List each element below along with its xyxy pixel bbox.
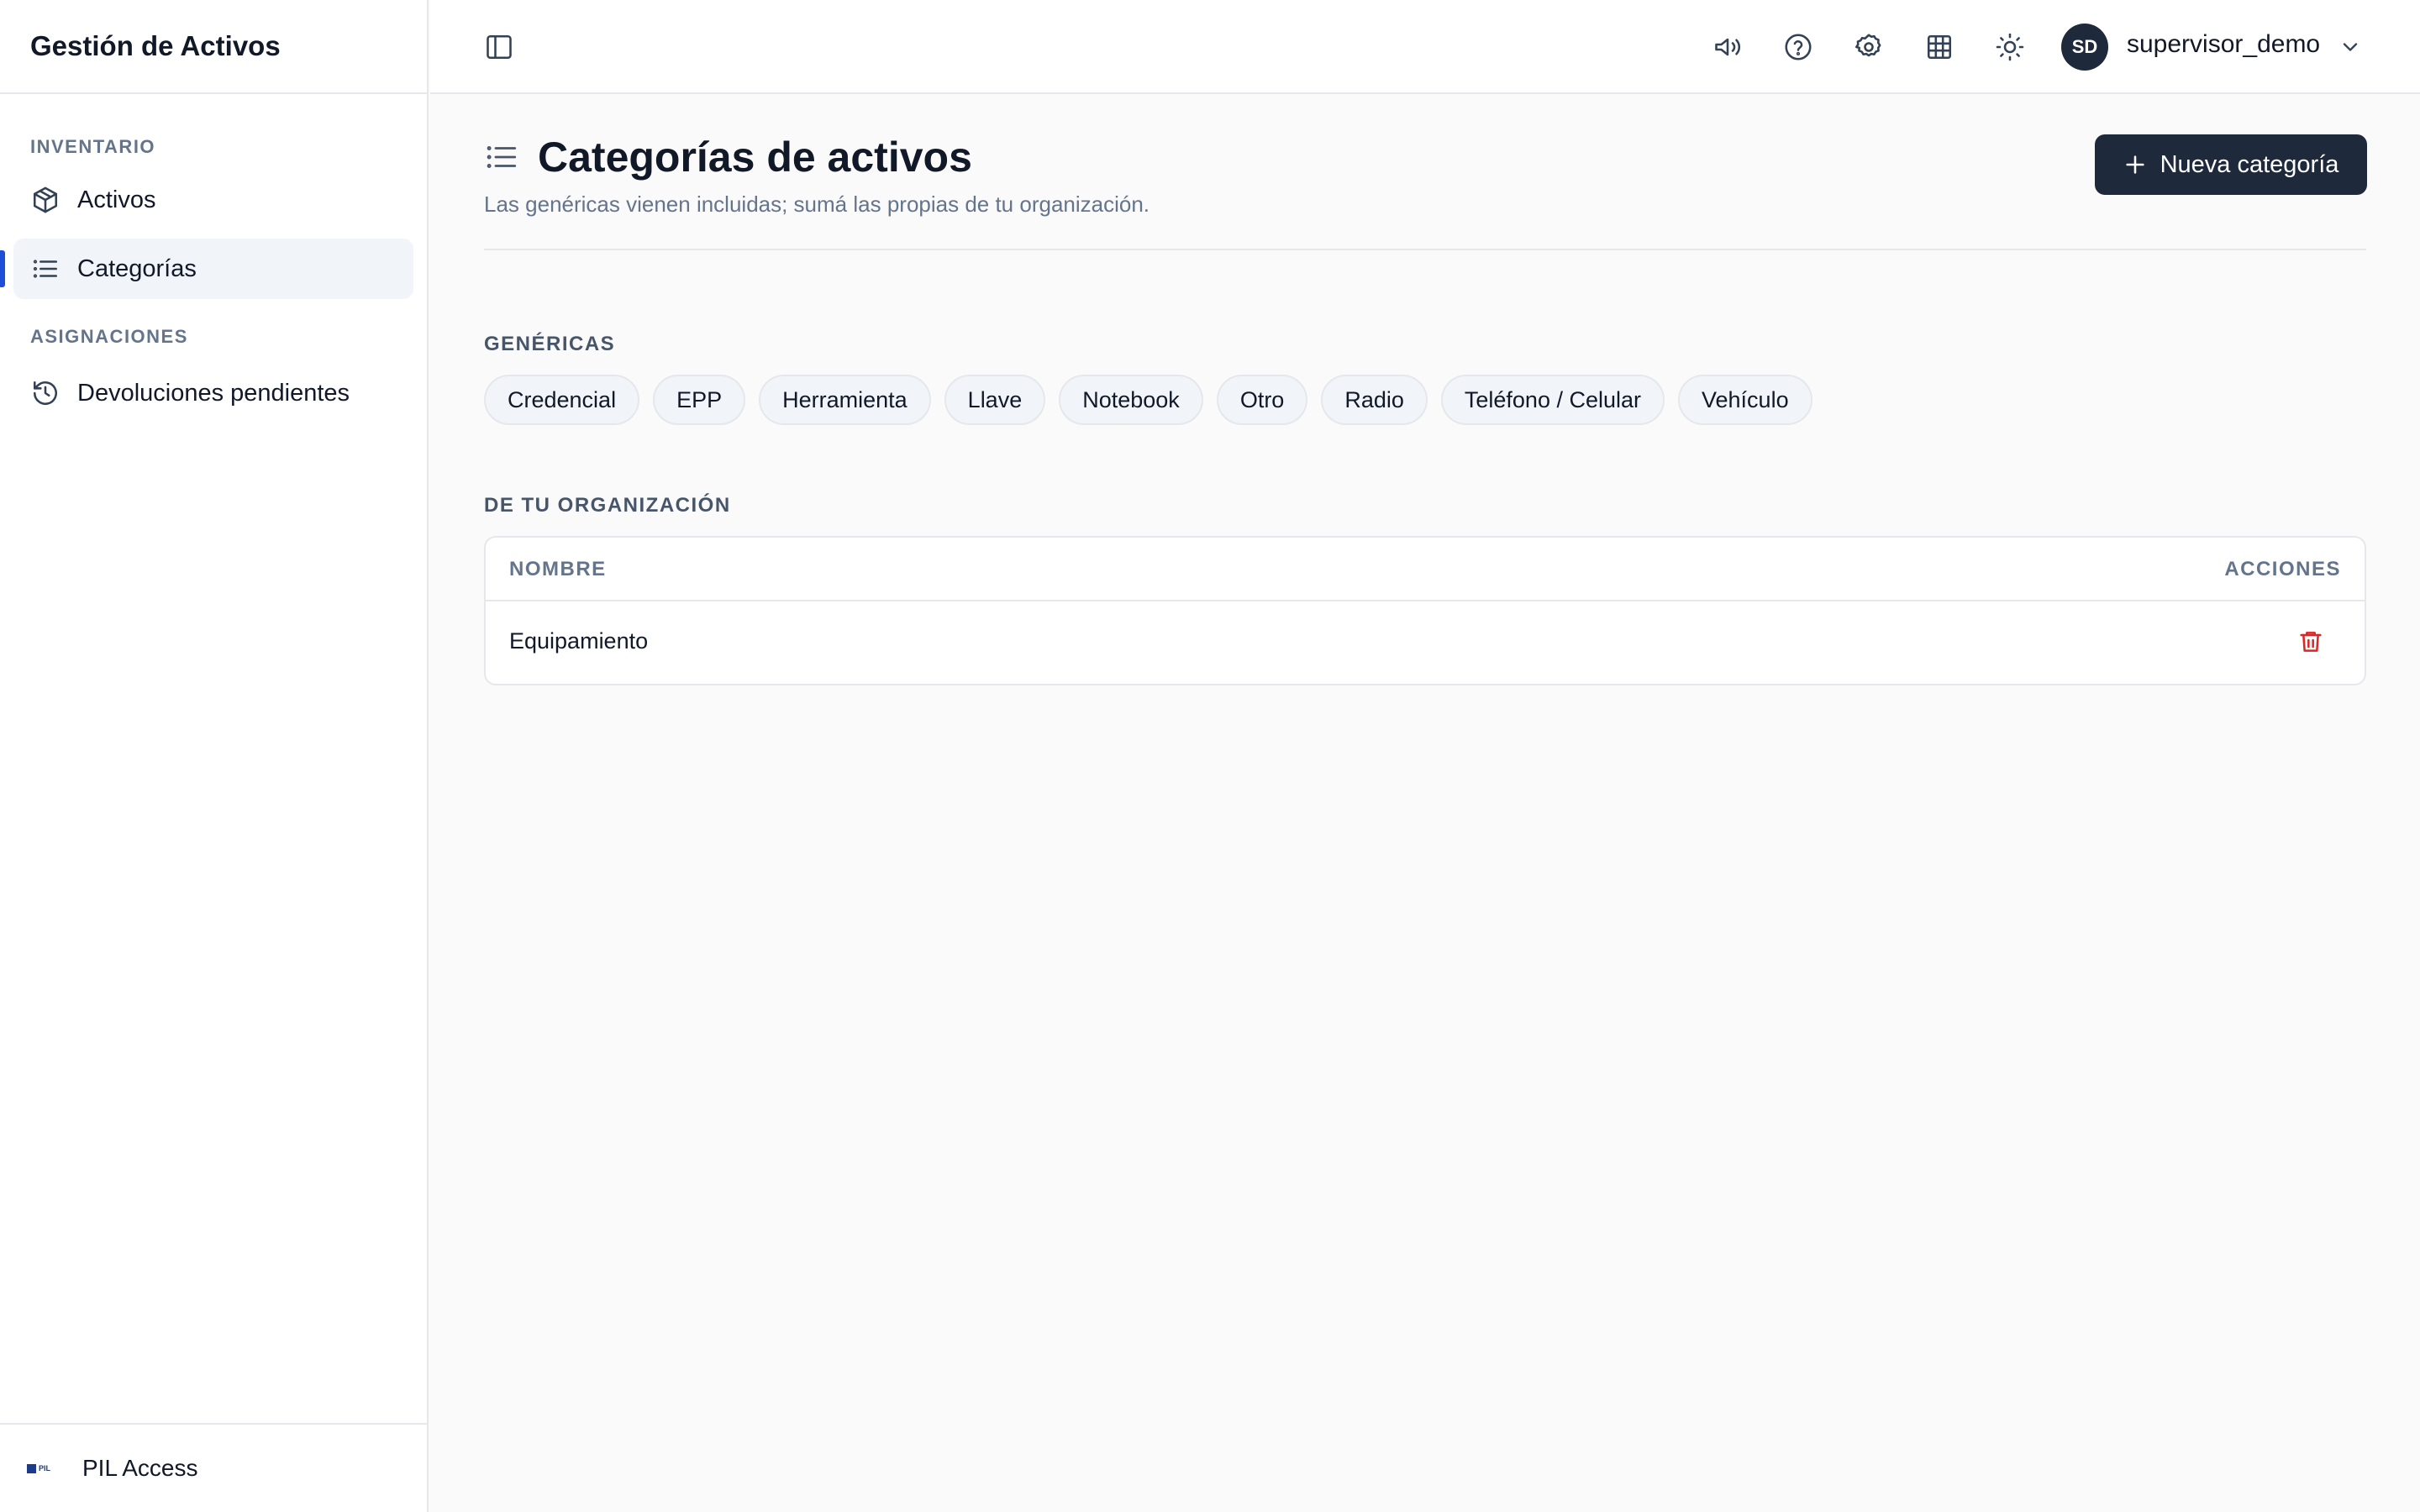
pil-logo: PIL: [27, 1461, 57, 1476]
sidebar-item-activos[interactable]: Activos: [13, 170, 413, 230]
page-title: Categorías de activos: [538, 134, 972, 181]
list-icon: [30, 254, 60, 284]
trash-icon[interactable]: [2297, 628, 2324, 655]
generic-chip: EPP: [653, 375, 746, 425]
new-category-button[interactable]: Nueva categoría: [2095, 134, 2367, 195]
generic-chips: Credencial EPP Herramienta Llave Noteboo…: [484, 375, 1812, 425]
sidebar-item-label: Categorías: [77, 255, 197, 282]
sidebar-item-label: Devoluciones pendientes: [77, 379, 350, 407]
table-row: Equipamiento: [486, 601, 2365, 684]
column-header-nombre: NOMBRE: [509, 558, 607, 580]
org-section-label: DE TU ORGANIZACIÓN: [484, 494, 731, 517]
grid-icon[interactable]: [1924, 32, 1954, 62]
topbar: SD supervisor_demo: [430, 0, 2420, 94]
generic-chip: Notebook: [1059, 375, 1203, 425]
help-icon[interactable]: [1783, 32, 1813, 62]
list-icon: [484, 139, 519, 175]
category-name: Equipamiento: [509, 628, 649, 654]
column-header-acciones: ACCIONES: [2224, 558, 2341, 580]
footer-label: PIL Access: [82, 1455, 198, 1481]
generic-chip: Otro: [1216, 375, 1308, 425]
generic-chip: Herramienta: [759, 375, 931, 425]
history-icon: [30, 378, 60, 408]
generic-chip: Vehículo: [1678, 375, 1812, 425]
sidebar-toggle-icon[interactable]: [484, 32, 514, 62]
generic-section-label: GENÉRICAS: [484, 333, 616, 355]
gear-icon[interactable]: [1854, 32, 1884, 62]
chevron-down-icon[interactable]: [2338, 35, 2362, 59]
header-divider: [484, 249, 2366, 250]
new-category-label: Nueva categoría: [2160, 150, 2339, 178]
main-content: Categorías de activos Las genéricas vien…: [430, 94, 2420, 1512]
sidebar-footer[interactable]: PIL PIL Access: [0, 1423, 427, 1512]
section-label-asignaciones: ASIGNACIONES: [30, 326, 188, 347]
megaphone-icon[interactable]: [1712, 32, 1743, 62]
sidebar-item-devoluciones[interactable]: Devoluciones pendientes: [13, 363, 413, 423]
generic-chip: Teléfono / Celular: [1440, 375, 1665, 425]
sun-icon[interactable]: [1995, 32, 2025, 62]
username[interactable]: supervisor_demo: [2127, 30, 2320, 59]
org-categories-table: NOMBRE ACCIONES Equipamiento: [484, 536, 2366, 685]
section-label-inventario: INVENTARIO: [30, 136, 156, 157]
page-subtitle: Las genéricas vienen incluidas; sumá las…: [484, 192, 1150, 217]
generic-chip: Radio: [1321, 375, 1428, 425]
package-icon: [30, 185, 60, 215]
generic-chip: Credencial: [484, 375, 640, 425]
sidebar-item-label: Activos: [77, 186, 156, 213]
app-brand: Gestión de Activos: [0, 0, 427, 94]
sidebar: Gestión de Activos INVENTARIO Activos Ca…: [0, 0, 429, 1512]
avatar[interactable]: SD: [2061, 24, 2108, 71]
generic-chip: Llave: [944, 375, 1046, 425]
plus-icon: [2123, 153, 2147, 176]
sidebar-item-categorias[interactable]: Categorías: [0, 239, 413, 299]
table-header: NOMBRE ACCIONES: [486, 538, 2365, 601]
